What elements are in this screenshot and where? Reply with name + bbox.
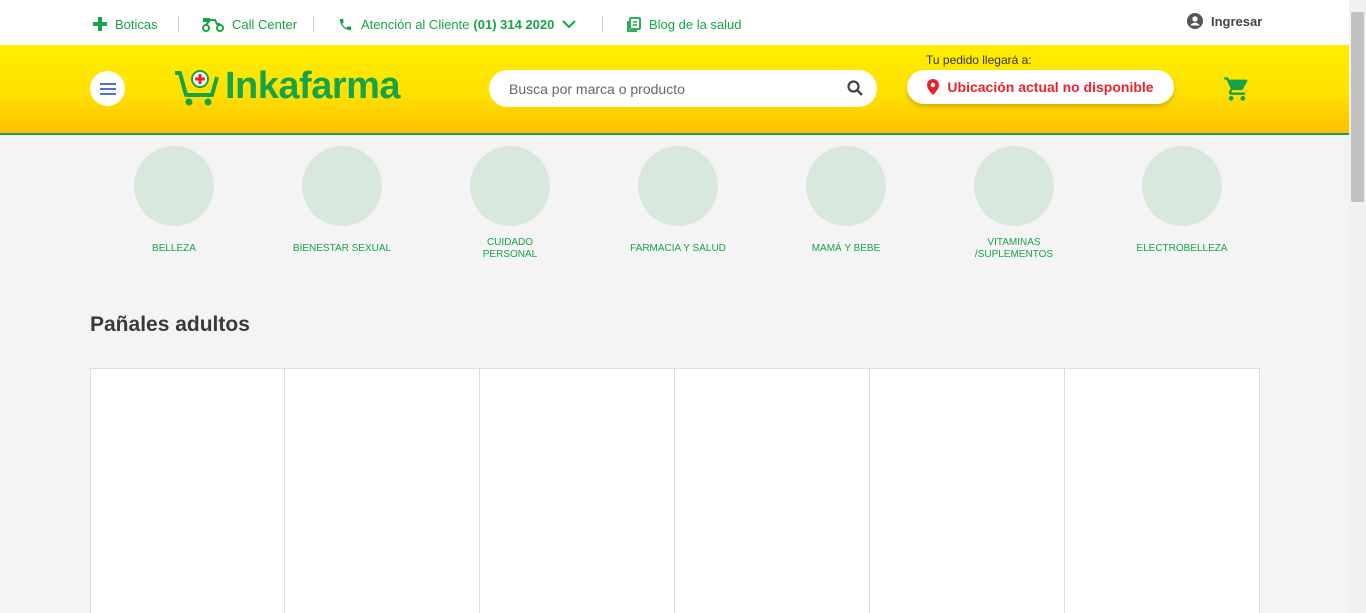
login-link[interactable]: Ingresar xyxy=(1187,13,1262,29)
plus-icon xyxy=(93,17,107,31)
product-card[interactable] xyxy=(285,368,480,613)
hamburger-menu-button[interactable] xyxy=(90,71,125,106)
menu-icon xyxy=(99,82,116,95)
delivery-label: Tu pedido llegará a: xyxy=(926,53,1032,67)
call-center-label: Call Center xyxy=(232,16,298,32)
product-card[interactable] xyxy=(480,368,675,613)
scrollbar-thumb[interactable] xyxy=(1351,12,1364,202)
category-label: ELECTROBELLEZA xyxy=(1136,243,1228,254)
category-image xyxy=(470,146,550,226)
inkafarma-logo[interactable]: Inkafarma xyxy=(173,65,401,108)
category-image xyxy=(134,146,214,226)
category-image xyxy=(806,146,886,226)
category-mama-bebe[interactable]: MAMÁ Y BEBE xyxy=(786,146,906,261)
category-belleza[interactable]: BELLEZA xyxy=(114,146,234,261)
cart-button[interactable] xyxy=(1223,75,1251,108)
login-label: Ingresar xyxy=(1211,13,1263,29)
phone-icon xyxy=(339,18,352,30)
location-text: Ubicación actual no disponible xyxy=(947,79,1154,95)
main-header: Inkafarma Tu pedido llegará a: Ubicación… xyxy=(0,45,1349,135)
atencion-cliente-dropdown[interactable]: Atención al Cliente (01) 314 2020 xyxy=(338,15,577,33)
category-label: BIENESTAR SEXUAL xyxy=(292,243,392,254)
search-box xyxy=(489,70,877,107)
divider xyxy=(178,16,179,32)
product-card[interactable] xyxy=(90,368,285,613)
product-grid xyxy=(90,368,1260,613)
call-center-link[interactable]: Call Center xyxy=(202,15,297,33)
boticas-link[interactable]: Boticas xyxy=(93,15,158,33)
category-label: CUIDADO PERSONAL xyxy=(482,237,538,260)
map-pin-icon xyxy=(927,79,940,95)
category-electrobelleza[interactable]: ELECTROBELLEZA xyxy=(1122,146,1242,261)
category-label: FARMACIA Y SALUD xyxy=(630,243,726,254)
logo-text: Inkafarma xyxy=(225,65,401,107)
category-image xyxy=(302,146,382,226)
account-icon xyxy=(1187,13,1203,29)
product-card[interactable] xyxy=(870,368,1065,613)
delivery-moto-icon xyxy=(202,18,224,32)
top-utility-bar: Boticas Call Center Atención al Cliente … xyxy=(0,0,1349,45)
atencion-label: Atención al Cliente xyxy=(361,16,470,32)
category-farmacia-salud[interactable]: FARMACIA Y SALUD xyxy=(618,146,738,261)
category-bienestar-sexual[interactable]: BIENESTAR SEXUAL xyxy=(282,146,402,261)
blog-link[interactable]: Blog de la salud xyxy=(627,15,742,33)
category-image xyxy=(638,146,718,226)
chevron-down-icon xyxy=(562,20,577,29)
category-vitaminas-suplementos[interactable]: VITAMINAS /SUPLEMENTOS xyxy=(954,146,1074,261)
category-image xyxy=(974,146,1054,226)
atencion-phone: (01) 314 2020 xyxy=(473,16,555,32)
category-label: BELLEZA xyxy=(152,243,196,254)
category-label: MAMÁ Y BEBE xyxy=(811,243,881,254)
divider xyxy=(313,16,314,32)
cart-cross-logo-icon xyxy=(175,69,219,105)
category-label: VITAMINAS /SUPLEMENTOS xyxy=(974,237,1054,260)
location-button[interactable]: Ubicación actual no disponible xyxy=(907,70,1174,104)
search-input[interactable] xyxy=(509,70,829,107)
divider xyxy=(602,16,603,32)
document-icon xyxy=(627,16,641,32)
boticas-label: Boticas xyxy=(115,16,158,32)
blog-label: Blog de la salud xyxy=(649,16,742,32)
product-card[interactable] xyxy=(675,368,870,613)
search-icon xyxy=(847,80,863,96)
category-image xyxy=(1142,146,1222,226)
product-card[interactable] xyxy=(1065,368,1260,613)
shopping-cart-icon xyxy=(1224,77,1248,101)
category-cuidado-personal[interactable]: CUIDADO PERSONAL xyxy=(450,146,570,261)
section-title: Pañales adultos xyxy=(90,313,250,336)
search-button[interactable] xyxy=(847,80,863,101)
